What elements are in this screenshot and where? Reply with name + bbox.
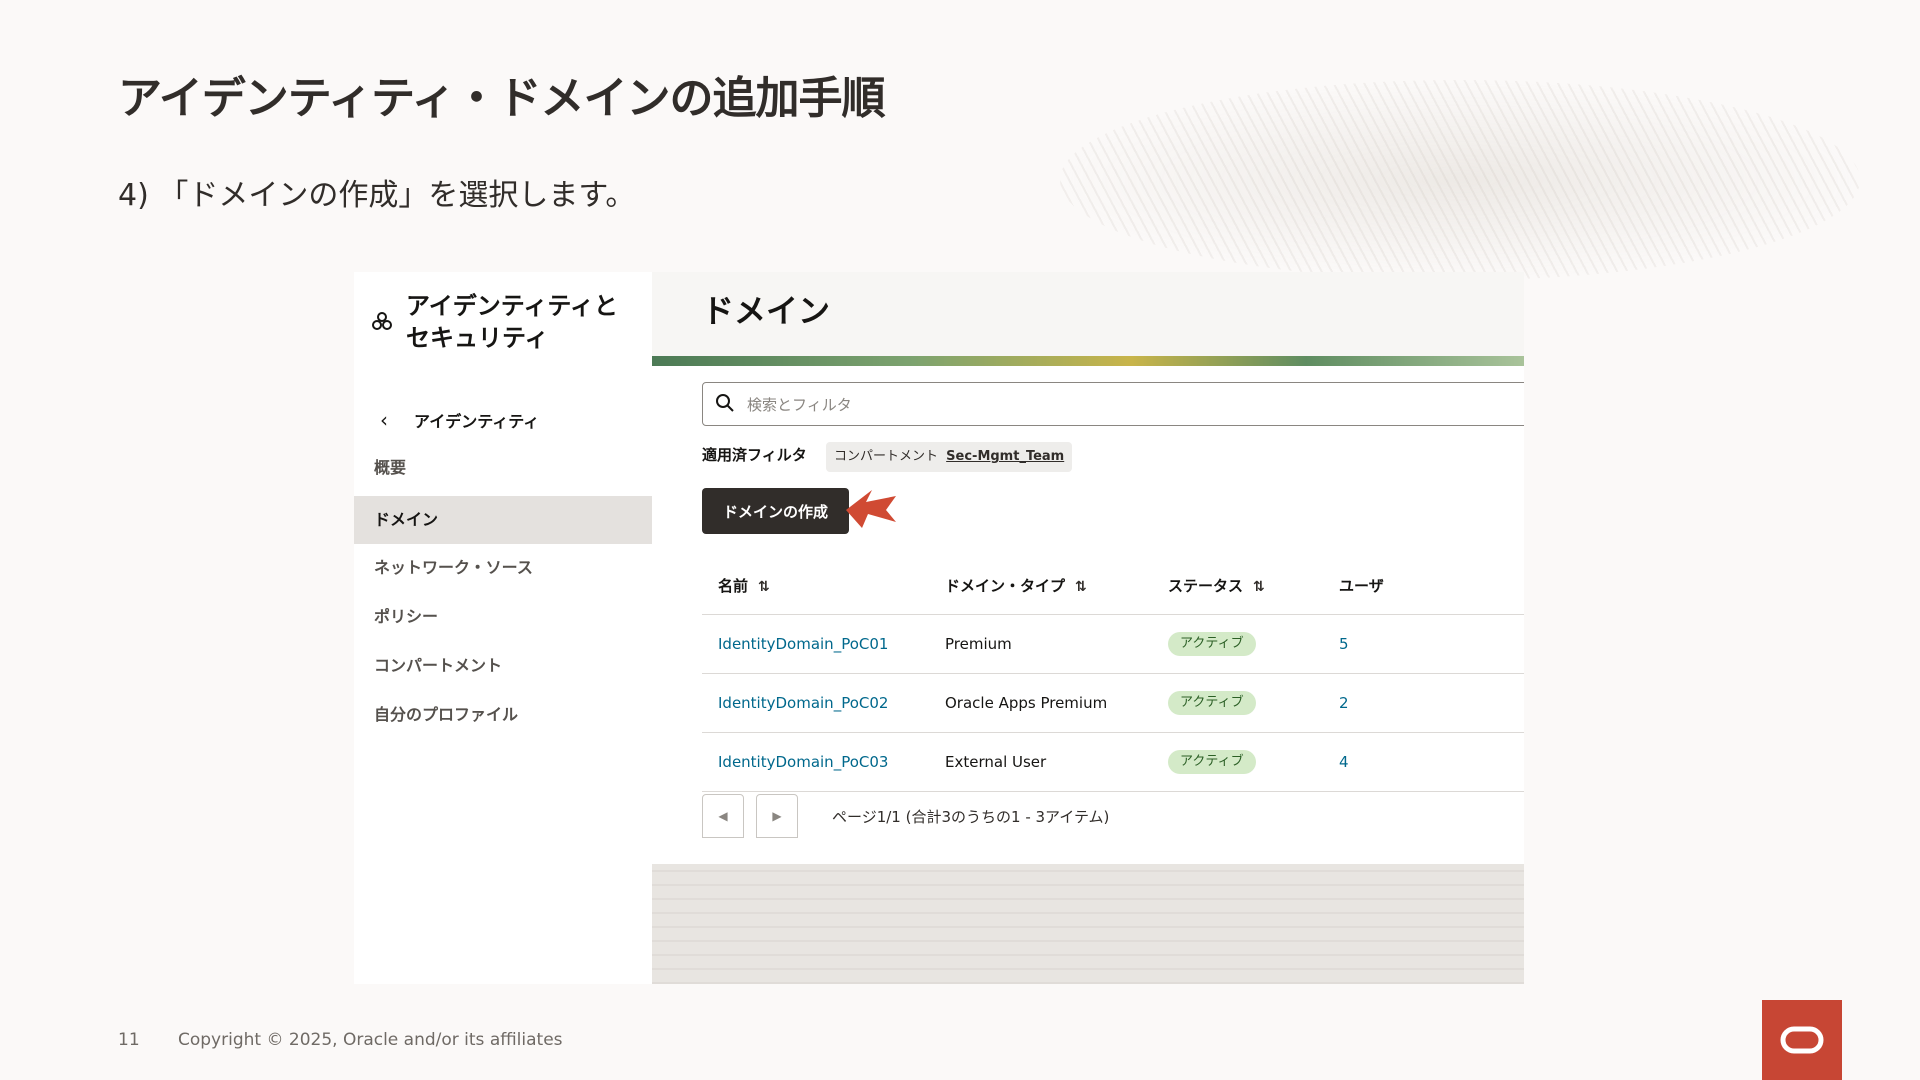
user-count-link[interactable]: 5 [1339,635,1349,653]
table-row: IdentityDomain_PoC01 Premium アクティブ 5 [702,614,1524,674]
search-box[interactable] [702,382,1524,426]
filter-chip-compartment[interactable]: コンパートメント Sec-Mgmt_Team [826,442,1073,472]
slide-title: アイデンティティ・ドメインの追加手順 [118,73,886,124]
column-header-status[interactable]: ステータス ⇅ [1152,556,1323,615]
sidebar-back-label: アイデンティティ [414,412,540,431]
oracle-logo-icon [1780,1026,1824,1054]
domains-table: 名前 ⇅ ドメイン・タイプ ⇅ ステータス ⇅ ユーザ IdentityDomain_… [702,556,1524,792]
sidebar-item-overview[interactable]: 概要 [354,444,652,492]
search-icon [716,394,734,412]
user-count-link[interactable]: 2 [1339,694,1349,712]
sidebar-item-my-profile[interactable]: 自分のプロファイル [354,691,652,739]
pointer-arrow-icon [846,490,896,528]
sidebar-item-network-sources[interactable]: ネットワーク・ソース [354,544,652,592]
pagination-text: ページ1/1 (合計3のうちの1 - 3アイテム) [832,807,1110,826]
domain-type: External User [929,732,1152,792]
sidebar: アイデンティティとセキュリティ ‹ アイデンティティ 概要 ドメイン ネットワー… [354,272,652,984]
domain-name-link[interactable]: IdentityDomain_PoC02 [718,694,888,712]
sidebar-item-domains[interactable]: ドメイン [354,496,652,544]
page-title: ドメイン [702,292,831,330]
domain-name-link[interactable]: IdentityDomain_PoC03 [718,753,888,771]
filter-chip-value[interactable]: Sec-Mgmt_Team [946,449,1064,464]
sort-icon[interactable]: ⇅ [758,579,770,595]
chevron-left-icon: ‹ [380,408,388,432]
page-header: ドメイン [652,272,1524,356]
sort-icon[interactable]: ⇅ [1075,579,1087,595]
create-domain-button[interactable]: ドメインの作成 [702,488,849,534]
filter-chip-key: コンパートメント [834,449,939,464]
pagination: ◀ ▶ ページ1/1 (合計3のうちの1 - 3アイテム) [702,794,1109,838]
console-screenshot: アイデンティティとセキュリティ ‹ アイデンティティ 概要 ドメイン ネットワー… [354,272,1524,984]
table-row: IdentityDomain_PoC02 Oracle Apps Premium… [702,673,1524,733]
page-number: 11 [118,1030,140,1050]
table-header-row: 名前 ⇅ ドメイン・タイプ ⇅ ステータス ⇅ ユーザ [702,556,1524,615]
column-header-domain-type[interactable]: ドメイン・タイプ ⇅ [929,556,1152,615]
next-page-button[interactable]: ▶ [756,794,798,838]
header-banner [652,356,1524,366]
search-input[interactable] [745,391,1349,419]
sidebar-item-compartments[interactable]: コンパートメント [354,642,652,690]
column-header-users[interactable]: ユーザ [1323,556,1524,615]
status-badge: アクティブ [1168,691,1256,715]
previous-page-button[interactable]: ◀ [702,794,744,838]
decorative-texture [1060,80,1860,280]
sidebar-header: アイデンティティとセキュリティ [370,290,636,354]
applied-filters-label: 適用済フィルタ [702,446,807,464]
status-badge: アクティブ [1168,750,1256,774]
sidebar-item-policies[interactable]: ポリシー [354,593,652,641]
domain-type: Premium [929,614,1152,674]
oracle-logo [1762,1000,1842,1080]
sidebar-back-link[interactable]: ‹ アイデンティティ [380,408,539,432]
sidebar-title: アイデンティティとセキュリティ [406,292,618,352]
domain-name-link[interactable]: IdentityDomain_PoC01 [718,635,888,653]
column-header-name[interactable]: 名前 ⇅ [702,556,929,615]
sort-icon[interactable]: ⇅ [1253,579,1265,595]
table-row: IdentityDomain_PoC03 External User アクティブ… [702,732,1524,792]
domain-type: Oracle Apps Premium [929,673,1152,733]
slide-subtitle: 4) 「ドメインの作成」を選択します。 [118,178,636,213]
identity-security-icon [372,312,392,330]
copyright-text: Copyright © 2025, Oracle and/or its affi… [178,1030,563,1050]
status-badge: アクティブ [1168,632,1256,656]
user-count-link[interactable]: 4 [1339,753,1349,771]
decorative-footer-texture [652,864,1524,984]
